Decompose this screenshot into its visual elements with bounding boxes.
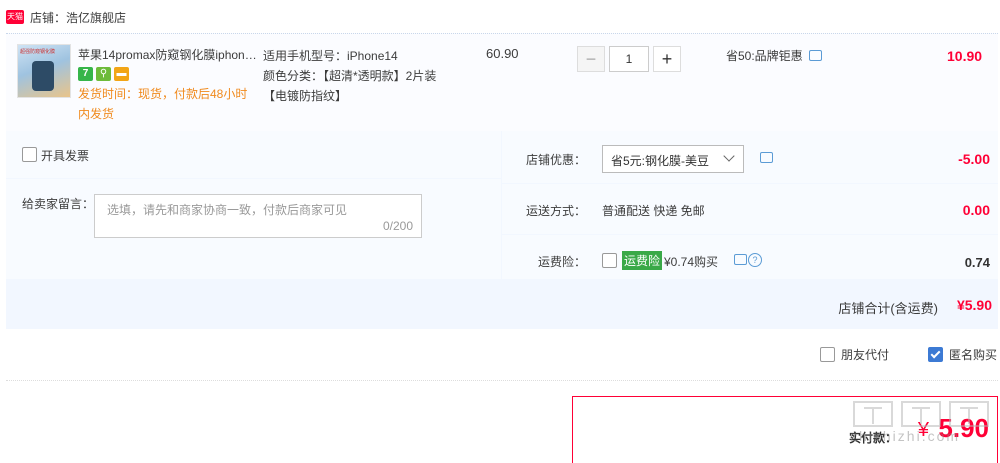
unit-price: 60.90 bbox=[486, 46, 519, 61]
shop-name[interactable]: 店铺：浩亿旗舰店 bbox=[30, 9, 126, 26]
insurance-amount: 0.74 bbox=[964, 255, 990, 270]
promo-chat-icon[interactable] bbox=[808, 50, 822, 61]
order-item-row: 超强防窥钢化膜 苹果14promax防窥钢化膜iphone14 7 ⚲ ▬ 发货… bbox=[6, 33, 998, 132]
insurance-tag: 运费险 bbox=[622, 251, 663, 270]
watermark: zhizhizhi.com bbox=[850, 398, 1000, 456]
shipping-time-note: 发货时间：现货，付款后48小时内发货 bbox=[78, 87, 248, 121]
message-row: 给卖家留言： 选填，请先和商家协商一致，付款后商家可见 0/200 bbox=[6, 179, 501, 279]
discount-selected: 省5元:钢化膜-美豆 bbox=[611, 154, 710, 168]
item-promotion: 省50:品牌钜惠 bbox=[726, 47, 822, 64]
friend-pay-checkbox[interactable] bbox=[820, 347, 835, 362]
insurance-row: 运费险： 运费险 ¥0.74购买 ? 0.74 bbox=[502, 235, 998, 279]
product-title[interactable]: 苹果14promax防窥钢化膜iphone14 bbox=[78, 46, 258, 63]
decrease-button[interactable]: − bbox=[577, 46, 605, 72]
discount-row: 店铺优惠： 省5元:钢化膜-美豆 -5.00 bbox=[502, 131, 998, 183]
product-specs: 适用手机型号：iPhone14 颜色分类：【超清*透明款】2片装【电镀防指纹】 bbox=[263, 46, 448, 106]
shipping-method: 普通配送 快递 免邮 bbox=[602, 204, 705, 218]
guarantee-icon: ⚲ bbox=[96, 67, 111, 81]
store-total-label: 店铺合计(含运费) bbox=[838, 301, 938, 316]
item-subtotal: 10.90 bbox=[947, 48, 983, 64]
spec-model: 适用手机型号：iPhone14 bbox=[263, 49, 398, 63]
service-icons: 7 ⚲ ▬ bbox=[78, 67, 129, 81]
chevron-down-icon bbox=[723, 150, 735, 162]
seven-day-return-icon: 7 bbox=[78, 67, 93, 81]
invoice-checkbox[interactable] bbox=[22, 147, 37, 162]
product-thumbnail[interactable]: 超强防窥钢化膜 bbox=[17, 44, 71, 98]
friend-pay-label: 朋友代付 bbox=[841, 348, 890, 362]
invoice-label: 开具发票 bbox=[41, 149, 90, 163]
invoice-row: 开具发票 bbox=[6, 131, 501, 178]
shop-header: 天猫 店铺：浩亿旗舰店 bbox=[6, 8, 126, 26]
tmall-logo-icon: 天猫 bbox=[6, 10, 24, 24]
watermark-logo-icon bbox=[853, 401, 989, 427]
store-total-row: 店铺合计(含运费) ¥5.90 bbox=[6, 280, 998, 329]
order-options-panel: 开具发票 给卖家留言： 选填，请先和商家协商一致，付款后商家可见 0/200 店… bbox=[6, 131, 998, 329]
thumbnail-caption: 超强防窥钢化膜 bbox=[20, 49, 56, 55]
anonymous-label: 匿名购买 bbox=[949, 348, 998, 362]
anonymous-checkbox[interactable] bbox=[928, 347, 943, 362]
message-char-count: 0/200 bbox=[382, 219, 413, 233]
credit-card-icon: ▬ bbox=[114, 67, 129, 81]
quantity-input[interactable]: 1 bbox=[609, 46, 649, 72]
friend-pay-option[interactable]: 朋友代付 bbox=[820, 346, 889, 363]
spec-color: 颜色分类：【超清*透明款】2片装【电镀防指纹】 bbox=[263, 69, 437, 103]
promotion-label: 省50:品牌钜惠 bbox=[726, 49, 803, 63]
insurance-price: ¥0.74购买 bbox=[664, 255, 719, 269]
message-placeholder: 选填，请先和商家协商一致，付款后商家可见 bbox=[107, 203, 348, 217]
insurance-checkbox[interactable] bbox=[602, 253, 617, 268]
insurance-chat-icon[interactable] bbox=[734, 254, 747, 265]
message-label: 给卖家留言： bbox=[22, 197, 95, 211]
phone-image bbox=[32, 61, 54, 91]
discount-chat-icon[interactable] bbox=[760, 152, 773, 163]
discount-select[interactable]: 省5元:钢化膜-美豆 bbox=[602, 145, 744, 173]
discount-amount: -5.00 bbox=[958, 151, 990, 167]
anonymous-option[interactable]: 匿名购买 bbox=[928, 346, 997, 363]
divider bbox=[6, 380, 998, 381]
message-input[interactable]: 选填，请先和商家协商一致，付款后商家可见 0/200 bbox=[94, 194, 422, 238]
shipping-label: 运送方式： bbox=[526, 204, 587, 218]
discount-label: 店铺优惠： bbox=[526, 153, 587, 167]
shipping-amount: 0.00 bbox=[962, 202, 990, 218]
quantity-stepper: − 1 + bbox=[577, 46, 681, 72]
increase-button[interactable]: + bbox=[653, 46, 681, 72]
watermark-text: zhizhizhi.com bbox=[850, 428, 961, 444]
help-icon[interactable]: ? bbox=[748, 253, 762, 267]
store-total-amount: ¥5.90 bbox=[956, 297, 992, 313]
shipping-row: 运送方式： 普通配送 快递 免邮 0.00 bbox=[502, 184, 998, 234]
insurance-label: 运费险： bbox=[538, 255, 587, 269]
